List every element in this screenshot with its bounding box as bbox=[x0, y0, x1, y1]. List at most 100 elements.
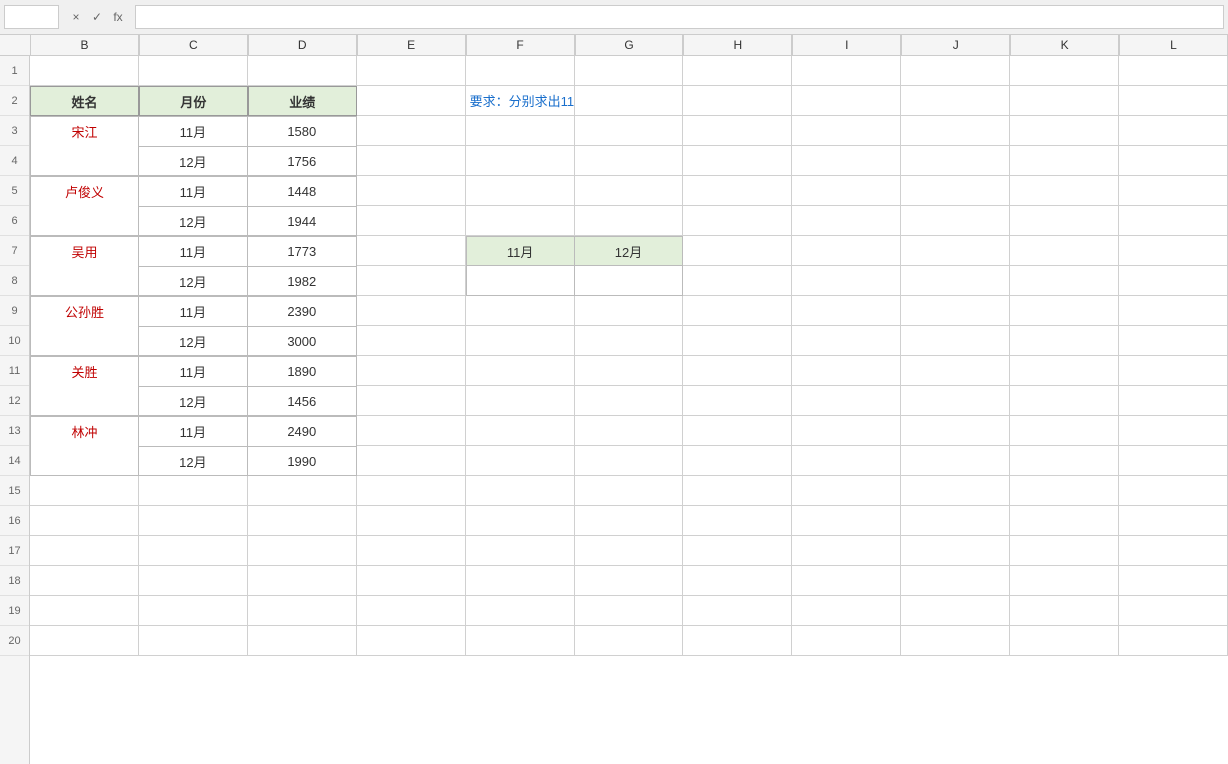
cell-i10[interactable] bbox=[792, 326, 901, 356]
cell-h9[interactable] bbox=[683, 296, 792, 326]
cell-g15[interactable] bbox=[575, 476, 684, 506]
cell-f14[interactable] bbox=[466, 446, 575, 476]
cell-k4[interactable] bbox=[1010, 146, 1119, 176]
cell-c4-month[interactable]: 12月 bbox=[139, 146, 248, 176]
cell-d7-value[interactable]: 1773 bbox=[248, 236, 357, 266]
cell-g13[interactable] bbox=[575, 416, 684, 446]
cell-d12-value[interactable]: 1456 bbox=[248, 386, 357, 416]
col-header-j[interactable]: J bbox=[901, 35, 1010, 55]
cell-d18[interactable] bbox=[248, 566, 357, 596]
cell-c3-month[interactable]: 11月 bbox=[139, 116, 248, 146]
cell-e12[interactable] bbox=[357, 386, 466, 416]
cell-f17[interactable] bbox=[466, 536, 575, 566]
cell-j11[interactable] bbox=[901, 356, 1010, 386]
cell-d8-value[interactable]: 1982 bbox=[248, 266, 357, 296]
cell-h7[interactable] bbox=[683, 236, 792, 266]
cell-j12[interactable] bbox=[901, 386, 1010, 416]
cell-l12[interactable] bbox=[1119, 386, 1228, 416]
cell-j4[interactable] bbox=[901, 146, 1010, 176]
row-num-18[interactable]: 18 bbox=[0, 566, 29, 596]
col-header-e[interactable]: E bbox=[357, 35, 466, 55]
cell-e4[interactable] bbox=[357, 146, 466, 176]
cell-e15[interactable] bbox=[357, 476, 466, 506]
cell-k14[interactable] bbox=[1010, 446, 1119, 476]
cell-l3[interactable] bbox=[1119, 116, 1228, 146]
cell-c2-header-month[interactable]: 月份 bbox=[139, 86, 248, 116]
cell-h12[interactable] bbox=[683, 386, 792, 416]
fx-button[interactable]: fx bbox=[109, 8, 127, 26]
cell-reference-box[interactable] bbox=[4, 5, 59, 29]
cell-h6[interactable] bbox=[683, 206, 792, 236]
cell-l20[interactable] bbox=[1119, 626, 1228, 656]
cell-j13[interactable] bbox=[901, 416, 1010, 446]
cell-i14[interactable] bbox=[792, 446, 901, 476]
col-header-h[interactable]: H bbox=[683, 35, 792, 55]
cell-c12-month[interactable]: 12月 bbox=[139, 386, 248, 416]
cell-h19[interactable] bbox=[683, 596, 792, 626]
row-num-14[interactable]: 14 bbox=[0, 446, 29, 476]
cell-k5[interactable] bbox=[1010, 176, 1119, 206]
cell-c13-month[interactable]: 11月 bbox=[139, 416, 248, 446]
cell-d17[interactable] bbox=[248, 536, 357, 566]
cell-k6[interactable] bbox=[1010, 206, 1119, 236]
cell-f20[interactable] bbox=[466, 626, 575, 656]
cell-k19[interactable] bbox=[1010, 596, 1119, 626]
cell-l18[interactable] bbox=[1119, 566, 1228, 596]
cell-l10[interactable] bbox=[1119, 326, 1228, 356]
cell-b1[interactable] bbox=[30, 56, 139, 86]
cell-b20[interactable] bbox=[30, 626, 139, 656]
cell-f4[interactable] bbox=[466, 146, 575, 176]
cell-g8-result-dec-value[interactable] bbox=[575, 266, 684, 296]
cell-i9[interactable] bbox=[792, 296, 901, 326]
cell-g4[interactable] bbox=[575, 146, 684, 176]
cell-f5[interactable] bbox=[466, 176, 575, 206]
cell-e7[interactable] bbox=[357, 236, 466, 266]
cell-g18[interactable] bbox=[575, 566, 684, 596]
cell-c9-month[interactable]: 11月 bbox=[139, 296, 248, 326]
cell-e13[interactable] bbox=[357, 416, 466, 446]
cell-h5[interactable] bbox=[683, 176, 792, 206]
cell-j10[interactable] bbox=[901, 326, 1010, 356]
cell-j7[interactable] bbox=[901, 236, 1010, 266]
cell-c11-month[interactable]: 11月 bbox=[139, 356, 248, 386]
cell-j19[interactable] bbox=[901, 596, 1010, 626]
cell-h4[interactable] bbox=[683, 146, 792, 176]
cell-l6[interactable] bbox=[1119, 206, 1228, 236]
cell-e14[interactable] bbox=[357, 446, 466, 476]
row-num-15[interactable]: 15 bbox=[0, 476, 29, 506]
cell-h1[interactable] bbox=[683, 56, 792, 86]
cell-i5[interactable] bbox=[792, 176, 901, 206]
cell-d5-value[interactable]: 1448 bbox=[248, 176, 357, 206]
row-num-4[interactable]: 4 bbox=[0, 146, 29, 176]
cell-d14-value[interactable]: 1990 bbox=[248, 446, 357, 476]
cell-l17[interactable] bbox=[1119, 536, 1228, 566]
cell-f10[interactable] bbox=[466, 326, 575, 356]
row-num-2[interactable]: 2 bbox=[0, 86, 29, 116]
cell-g19[interactable] bbox=[575, 596, 684, 626]
cell-i13[interactable] bbox=[792, 416, 901, 446]
cell-i12[interactable] bbox=[792, 386, 901, 416]
col-header-d[interactable]: D bbox=[248, 35, 357, 55]
cell-l4[interactable] bbox=[1119, 146, 1228, 176]
cell-l8[interactable] bbox=[1119, 266, 1228, 296]
cell-k12[interactable] bbox=[1010, 386, 1119, 416]
cell-i1[interactable] bbox=[792, 56, 901, 86]
cell-l9[interactable] bbox=[1119, 296, 1228, 326]
cell-k17[interactable] bbox=[1010, 536, 1119, 566]
cell-f19[interactable] bbox=[466, 596, 575, 626]
cell-f18[interactable] bbox=[466, 566, 575, 596]
cell-e2[interactable] bbox=[357, 86, 466, 116]
row-num-1[interactable]: 1 bbox=[0, 56, 29, 86]
col-header-l[interactable]: L bbox=[1119, 35, 1228, 55]
cell-h15[interactable] bbox=[683, 476, 792, 506]
cell-g14[interactable] bbox=[575, 446, 684, 476]
cell-d20[interactable] bbox=[248, 626, 357, 656]
cell-c20[interactable] bbox=[139, 626, 248, 656]
col-header-c[interactable]: C bbox=[139, 35, 248, 55]
cell-f13[interactable] bbox=[466, 416, 575, 446]
cell-j18[interactable] bbox=[901, 566, 1010, 596]
cell-d2-header-perf[interactable]: 业绩 bbox=[248, 86, 357, 116]
row-num-11[interactable]: 11 bbox=[0, 356, 29, 386]
cell-g3[interactable] bbox=[575, 116, 684, 146]
cell-i4[interactable] bbox=[792, 146, 901, 176]
